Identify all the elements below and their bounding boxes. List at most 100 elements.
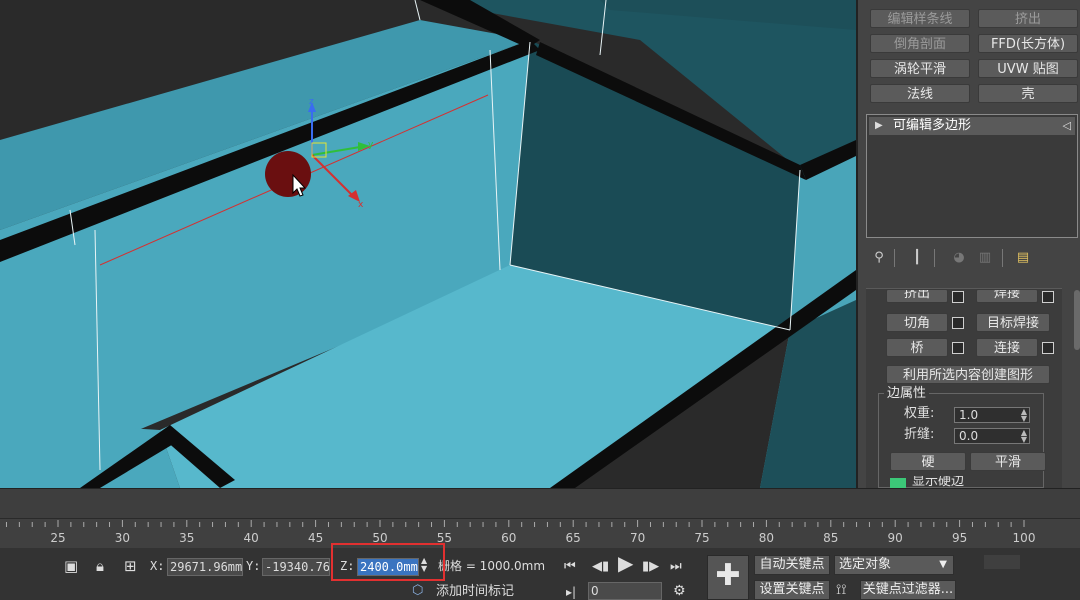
target-weld-button[interactable]: 目标焊接 bbox=[976, 313, 1050, 332]
stack-item-editable-poly[interactable]: ▶ 可编辑多边形 ◁ bbox=[869, 117, 1075, 135]
frame-tick-label: 100 bbox=[1012, 531, 1036, 545]
command-panel: 编辑样条线 挤出 倒角剖面 FFD(长方体) 涡轮平滑 UVW 贴图 法线 壳 … bbox=[856, 0, 1080, 489]
viewport-navigation-area[interactable] bbox=[984, 555, 1020, 569]
dropdown-arrow-icon: ▼ bbox=[939, 559, 947, 570]
weight-spinner[interactable]: 1.0 ▲ ▼ bbox=[954, 407, 1030, 423]
weld-settings-checkbox[interactable] bbox=[1042, 291, 1054, 303]
weld-edge-button[interactable]: 焊接 bbox=[976, 289, 1038, 303]
smooth-button[interactable]: 平滑 bbox=[970, 452, 1046, 471]
frame-tick-label: 75 bbox=[694, 531, 710, 545]
chamfer-settings-checkbox[interactable] bbox=[952, 317, 964, 329]
crease-spinner[interactable]: 0.0 ▲ ▼ bbox=[954, 428, 1030, 444]
weight-value: 1.0 bbox=[959, 408, 979, 422]
play-icon[interactable]: ▶ bbox=[618, 553, 633, 573]
create-shape-button[interactable]: 利用所选内容创建图形 bbox=[886, 365, 1050, 384]
frame-tick-label: 30 bbox=[114, 531, 131, 545]
shell-button[interactable]: 壳 bbox=[978, 84, 1078, 103]
key-mode-icon[interactable]: ▸| bbox=[566, 583, 576, 600]
absolute-mode-icon[interactable]: ⊞ bbox=[124, 557, 137, 575]
display-hard-edges-label: 显示硬边 bbox=[912, 476, 965, 488]
time-slider[interactable] bbox=[0, 488, 1080, 519]
spinner-arrows-icon[interactable]: ▲ ▼ bbox=[1021, 408, 1027, 423]
remove-modifier-icon[interactable]: ▥ bbox=[976, 249, 994, 267]
app-window: z y x 编辑样条线 挤出 倒角剖面 FFD(长方体) 涡轮平滑 UVW 贴图… bbox=[0, 0, 1080, 600]
set-key-big-button[interactable]: ✚ bbox=[707, 555, 749, 600]
frame-tick-label: 25 bbox=[50, 531, 66, 545]
frame-tick-label: 65 bbox=[565, 531, 581, 545]
frame-tick-label: 45 bbox=[307, 531, 324, 545]
current-frame-field[interactable]: 0 bbox=[588, 582, 662, 600]
stack-item-label: 可编辑多边形 bbox=[893, 118, 972, 133]
frame-tick-label: 95 bbox=[951, 531, 968, 545]
frame-tick-label: 60 bbox=[501, 531, 517, 545]
connect-settings-checkbox[interactable] bbox=[1042, 342, 1054, 354]
svg-text:x: x bbox=[358, 200, 364, 210]
y-coordinate-field[interactable]: -19340.76 bbox=[262, 558, 330, 576]
panel-scrollbar[interactable] bbox=[1074, 290, 1080, 350]
selection-mode-icon[interactable]: ▣ bbox=[64, 557, 78, 575]
configure-sets-icon[interactable]: ▤ bbox=[1014, 249, 1032, 267]
key-filters-button[interactable]: 关键点过滤器... bbox=[860, 580, 956, 600]
set-key-button[interactable]: 设置关键点 bbox=[754, 580, 830, 600]
modifier-stack[interactable]: ▶ 可编辑多边形 ◁ bbox=[866, 114, 1078, 238]
make-unique-icon[interactable]: ◕ bbox=[950, 249, 968, 267]
toolbar-divider bbox=[894, 249, 895, 267]
next-frame-icon[interactable]: ▮▶ bbox=[642, 559, 659, 575]
extrude-button[interactable]: 挤出 bbox=[978, 9, 1078, 28]
lock-selection-icon[interactable]: 🔒︎ bbox=[96, 557, 104, 575]
grid-size-label: 栅格 = 1000.0mm bbox=[438, 559, 546, 573]
chamfer-profile-button[interactable]: 倒角剖面 bbox=[870, 34, 970, 53]
time-configuration-icon[interactable]: ⚙ bbox=[673, 582, 686, 600]
frame-ruler bbox=[5, 520, 1025, 527]
previous-frame-icon[interactable]: ◀▮ bbox=[592, 559, 609, 575]
frame-tick-label: 90 bbox=[887, 531, 903, 545]
y-label: Y: bbox=[246, 559, 261, 573]
hard-edge-color-swatch[interactable] bbox=[890, 478, 906, 488]
stack-toolbar: ⚲ ┃ ◕ ▥ ▤ bbox=[866, 247, 1078, 271]
turbosmooth-button[interactable]: 涡轮平滑 bbox=[870, 59, 970, 78]
bridge-button[interactable]: 桥 bbox=[886, 338, 948, 357]
viewport-scene[interactable]: z y x bbox=[0, 0, 856, 488]
ffd-box-button[interactable]: FFD(长方体) bbox=[978, 34, 1078, 53]
show-end-result-icon[interactable]: ┃ bbox=[908, 249, 926, 267]
frame-tick-label: 80 bbox=[758, 531, 775, 545]
pin-stack-icon[interactable]: ⚲ bbox=[870, 249, 888, 267]
x-coordinate-field[interactable]: 29671.96mm bbox=[167, 558, 243, 576]
uvw-map-button[interactable]: UVW 贴图 bbox=[978, 59, 1078, 78]
selected-object-value: 选定对象 bbox=[839, 557, 892, 572]
toolbar-divider bbox=[1002, 249, 1003, 267]
key-filters-icon[interactable]: ⟟⟟ bbox=[836, 581, 846, 599]
triangle-left-icon: ◁ bbox=[1062, 119, 1071, 132]
key-selection-dropdown[interactable]: 选定对象 ▼ bbox=[834, 555, 954, 575]
time-tag-icon[interactable]: ⬡ bbox=[412, 582, 423, 600]
weight-label: 权重: bbox=[904, 406, 935, 421]
hard-button[interactable]: 硬 bbox=[890, 452, 966, 471]
svg-text:y: y bbox=[368, 140, 374, 150]
frame-tick-label: 35 bbox=[179, 531, 195, 545]
x-label: X: bbox=[150, 559, 165, 573]
edge-properties-title: 边属性 bbox=[884, 386, 930, 402]
toolbar-divider bbox=[934, 249, 935, 267]
auto-key-button[interactable]: 自动关键点 bbox=[754, 555, 830, 575]
crease-value: 0.0 bbox=[959, 429, 979, 443]
expand-arrow-icon[interactable]: ▶ bbox=[875, 117, 883, 135]
bridge-settings-checkbox[interactable] bbox=[952, 342, 964, 354]
go-to-end-icon[interactable]: ⏭ bbox=[670, 559, 682, 575]
frame-tick-label: 85 bbox=[823, 531, 839, 545]
connect-button[interactable]: 连接 bbox=[976, 338, 1038, 357]
frame-tick-label: 70 bbox=[629, 531, 646, 545]
extrude-settings-checkbox[interactable] bbox=[952, 291, 964, 303]
frame-tick-label: 40 bbox=[243, 531, 259, 545]
add-time-tag-link[interactable]: 添加时间标记 bbox=[436, 583, 514, 600]
plus-key-icon: ✚ bbox=[715, 558, 741, 593]
svg-text:z: z bbox=[309, 97, 314, 107]
chamfer-edge-button[interactable]: 切角 bbox=[886, 313, 948, 332]
edit-spline-button[interactable]: 编辑样条线 bbox=[870, 9, 970, 28]
extrude-edge-button[interactable]: 挤出 bbox=[886, 289, 948, 303]
perspective-viewport[interactable]: z y x bbox=[0, 0, 856, 488]
spinner-arrows-icon[interactable]: ▲ ▼ bbox=[1021, 429, 1027, 444]
crease-label: 折缝: bbox=[904, 427, 935, 442]
go-to-start-icon[interactable]: ⏮ bbox=[564, 559, 576, 575]
z-field-highlight-box bbox=[331, 543, 445, 581]
normal-button[interactable]: 法线 bbox=[870, 84, 970, 103]
